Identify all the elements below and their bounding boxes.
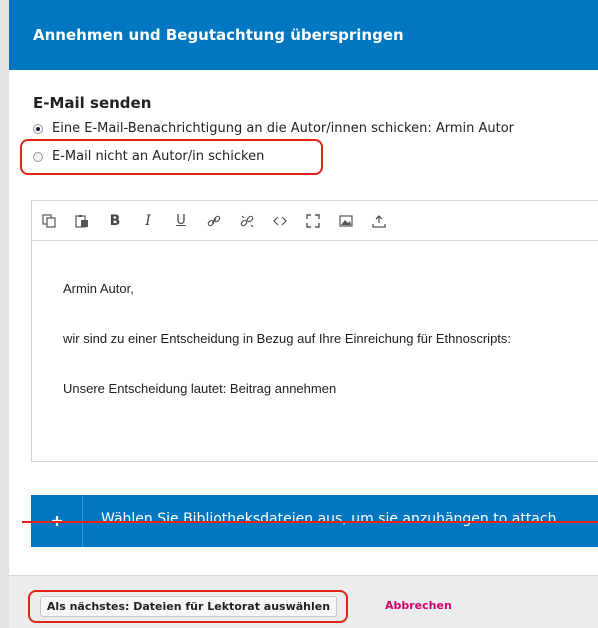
highlight-annotation-next-button: Als nächstes: Dateien für Lektorat auswä… bbox=[28, 590, 348, 623]
image-icon[interactable] bbox=[335, 210, 357, 232]
highlight-annotation-box bbox=[20, 139, 323, 175]
underline-icon[interactable]: U bbox=[170, 210, 192, 232]
email-editor[interactable]: B I U Armin Autor, wir sind zu einer Ent… bbox=[31, 200, 598, 462]
dialog-left-border bbox=[0, 0, 9, 628]
bold-icon[interactable]: B bbox=[104, 210, 126, 232]
editor-line-decision: Unsere Entscheidung lautet: Beitrag anne… bbox=[63, 381, 337, 396]
paste-icon[interactable] bbox=[71, 210, 93, 232]
dialog-header: Annehmen und Begutachtung überspringen bbox=[9, 0, 598, 70]
unlink-icon[interactable] bbox=[236, 210, 258, 232]
editor-line-intro: wir sind zu einer Entscheidung in Bezug … bbox=[63, 331, 512, 346]
link-icon[interactable] bbox=[203, 210, 225, 232]
cancel-link[interactable]: Abbrechen bbox=[385, 599, 452, 612]
next-select-files-button[interactable]: Als nächstes: Dateien für Lektorat auswä… bbox=[40, 596, 337, 617]
fullscreen-icon[interactable] bbox=[302, 210, 324, 232]
strikethrough-annotation-line bbox=[22, 521, 598, 523]
editor-toolbar: B I U bbox=[32, 201, 598, 241]
code-icon[interactable] bbox=[269, 210, 291, 232]
editor-line-salutation: Armin Autor, bbox=[63, 281, 134, 296]
editor-content[interactable]: Armin Autor, wir sind zu einer Entscheid… bbox=[32, 241, 598, 461]
email-section-heading: E-Mail senden bbox=[33, 94, 152, 112]
radio-label-send-email: Eine E-Mail-Benachrichtigung an die Auto… bbox=[52, 121, 515, 136]
attach-files-label: Wählen Sie Bibliotheksdateien aus, um si… bbox=[101, 511, 557, 527]
italic-icon[interactable]: I bbox=[137, 210, 159, 232]
upload-icon[interactable] bbox=[368, 210, 390, 232]
radio-option-send-email[interactable]: Eine E-Mail-Benachrichtigung an die Auto… bbox=[33, 121, 514, 136]
copy-icon[interactable] bbox=[38, 210, 60, 232]
dialog-title: Annehmen und Begutachtung überspringen bbox=[33, 26, 404, 44]
radio-button-checked[interactable] bbox=[33, 123, 43, 134]
